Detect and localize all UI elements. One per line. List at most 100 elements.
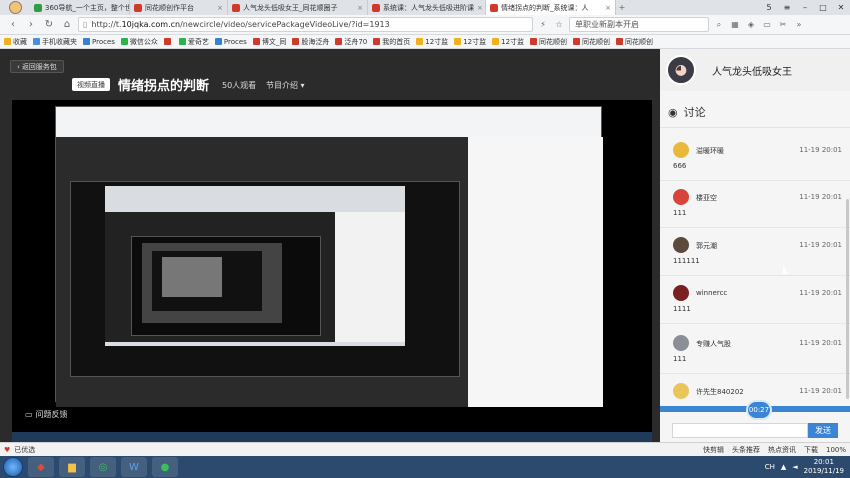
- star-icon[interactable]: ☆: [553, 19, 565, 31]
- browser-tab[interactable]: 情绪拐点的判断_系统课：人 ×: [486, 0, 616, 15]
- maximize-icon[interactable]: □: [814, 0, 832, 15]
- language-indicator[interactable]: CH: [765, 463, 775, 471]
- start-button[interactable]: [3, 457, 23, 477]
- app-w-icon[interactable]: W: [121, 457, 147, 477]
- close-icon[interactable]: ✕: [832, 0, 850, 15]
- clock[interactable]: 20:01 2019/11/19: [804, 458, 844, 476]
- bookmark-icon: [214, 38, 222, 45]
- search-icon[interactable]: ⌕: [713, 19, 725, 31]
- bookmark-item[interactable]: 12寸监: [492, 37, 524, 47]
- status-item[interactable]: 头条推荐: [732, 445, 760, 455]
- bookmark-item[interactable]: 同花顺创: [573, 37, 610, 47]
- tab-close-icon[interactable]: ×: [477, 4, 483, 12]
- bookmark-label: 股海泛舟: [301, 37, 330, 46]
- bookmark-icon: [616, 38, 624, 45]
- bookmark-item[interactable]: 同花顺创: [530, 37, 567, 47]
- overflow-icon[interactable]: »: [793, 19, 805, 31]
- comment-text: 1111: [673, 305, 691, 313]
- program-intro-dropdown[interactable]: 节目介绍 ▾: [266, 80, 305, 91]
- volume-icon[interactable]: ◄: [792, 463, 797, 471]
- refresh-icon[interactable]: ↻: [42, 18, 56, 32]
- feedback-button[interactable]: ▭ 问题反馈: [25, 409, 68, 420]
- user-avatar[interactable]: [0, 0, 30, 15]
- tab-favicon-icon: [134, 3, 142, 12]
- bookmark-label: 12寸监: [501, 37, 525, 46]
- tray-icon[interactable]: ▲: [781, 463, 786, 471]
- status-item[interactable]: 下载: [804, 445, 818, 455]
- mouse-cursor-icon: [783, 265, 788, 274]
- browser-tab-bar: 360导航_一个主页，整个世界×同花顺创作平台×人气龙头低吸女王_同花顺圈子×系…: [0, 0, 850, 15]
- tab-favicon-icon: [490, 3, 498, 12]
- new-tab-icon[interactable]: +: [616, 2, 628, 14]
- bookmark-label: 同花顺创: [625, 37, 654, 46]
- bookmark-item[interactable]: 股海泛舟: [292, 37, 329, 47]
- home-icon[interactable]: ⌂: [60, 18, 74, 32]
- video-player[interactable]: [12, 100, 652, 442]
- browser-tab[interactable]: 系统课：人气龙头低吸进阶课 ×: [368, 0, 486, 15]
- bookmark-icon: [292, 38, 300, 45]
- chat-icon: ▭: [25, 410, 33, 419]
- comment-time: 11-19 20:01: [799, 241, 842, 249]
- bookmark-icon: [373, 38, 381, 45]
- minimize-icon[interactable]: –: [796, 0, 814, 15]
- battery-icon[interactable]: ▭: [761, 19, 773, 31]
- bookmark-item[interactable]: [163, 38, 173, 45]
- status-item[interactable]: 快剪辑: [703, 445, 724, 455]
- menu-icon[interactable]: ≡: [778, 0, 796, 15]
- extension-icon[interactable]: ◈: [745, 19, 757, 31]
- timer-badge: 00:27: [746, 400, 772, 420]
- status-item[interactable]: 热点资讯: [768, 445, 796, 455]
- comment-time: 11-19 20:01: [799, 146, 842, 154]
- bookmark-label: 微信公众: [129, 37, 158, 46]
- bookmark-label: 泛舟70: [344, 37, 368, 46]
- bookmark-item[interactable]: Proces: [214, 38, 247, 46]
- bookmark-item[interactable]: 12寸监: [454, 37, 486, 47]
- browser-tab[interactable]: 人气龙头低吸女王_同花顺圈子 ×: [228, 0, 368, 15]
- back-arrow-icon[interactable]: ‹: [6, 18, 20, 32]
- comment-scrollbar[interactable]: [846, 199, 849, 399]
- bookmark-item[interactable]: 微信公众: [120, 37, 158, 47]
- wechat-icon[interactable]: ●: [152, 457, 178, 477]
- discussion-heading: ◉ 讨论: [668, 105, 706, 120]
- tab-close-icon[interactable]: ×: [217, 4, 223, 12]
- tab-close-icon[interactable]: ×: [605, 4, 611, 12]
- bookmark-item[interactable]: 爱奇艺: [178, 37, 209, 47]
- avatar-icon: [8, 1, 22, 14]
- tab-close-icon[interactable]: ×: [357, 4, 363, 12]
- bookmark-item[interactable]: 收藏: [4, 37, 27, 47]
- comment-input[interactable]: [672, 423, 808, 438]
- bookmark-item[interactable]: Proces: [83, 38, 115, 46]
- url-field[interactable]: ▯ http://t.10jqka.com.cn/newcircle/video…: [78, 17, 533, 32]
- back-to-package-button[interactable]: ‹ 返回服务包: [10, 60, 64, 73]
- browser-tab[interactable]: 同花顺创作平台 ×: [130, 0, 228, 15]
- comment-divider: [660, 180, 850, 181]
- folder-icon[interactable]: ▆: [59, 457, 85, 477]
- badge-count[interactable]: 5: [760, 0, 778, 15]
- flash-icon[interactable]: ⚡: [537, 19, 549, 31]
- browser-tab[interactable]: 360导航_一个主页，整个世界×: [30, 0, 130, 15]
- send-button[interactable]: 发送: [808, 423, 838, 438]
- commenter-name: 楼亚空: [696, 194, 717, 202]
- bookmark-icon: [492, 38, 500, 45]
- bookmark-icon: [4, 38, 11, 45]
- grid-icon[interactable]: ▦: [729, 19, 741, 31]
- bookmark-item[interactable]: 我的首页: [373, 37, 410, 47]
- heart-icon: ♥: [4, 445, 11, 454]
- bookmark-item[interactable]: 手机收藏夹: [33, 37, 77, 47]
- bookmark-icon: [530, 38, 538, 45]
- bookmark-item[interactable]: 同花顺创: [616, 37, 653, 47]
- browser-360-icon[interactable]: ◎: [90, 457, 116, 477]
- tab-label: 人气龙头低吸女王_同花顺圈子: [243, 3, 338, 12]
- forward-arrow-icon[interactable]: ›: [24, 18, 38, 32]
- bookmark-icon: [252, 38, 260, 45]
- comment-time: 11-19 20:01: [799, 289, 842, 297]
- bookmark-item[interactable]: 12寸监: [416, 37, 448, 47]
- bookmark-item[interactable]: 泛舟70: [335, 37, 367, 47]
- app-icon-red[interactable]: ◆: [28, 457, 54, 477]
- tab-label: 360导航_一个主页，整个世界: [45, 3, 130, 12]
- cut-icon[interactable]: ✂: [777, 19, 789, 31]
- nested-taskbar: [12, 432, 652, 442]
- search-input[interactable]: 单职业新副本开启: [569, 17, 709, 32]
- status-item[interactable]: 100%: [826, 446, 846, 454]
- bookmark-item[interactable]: 博文_同: [252, 37, 286, 47]
